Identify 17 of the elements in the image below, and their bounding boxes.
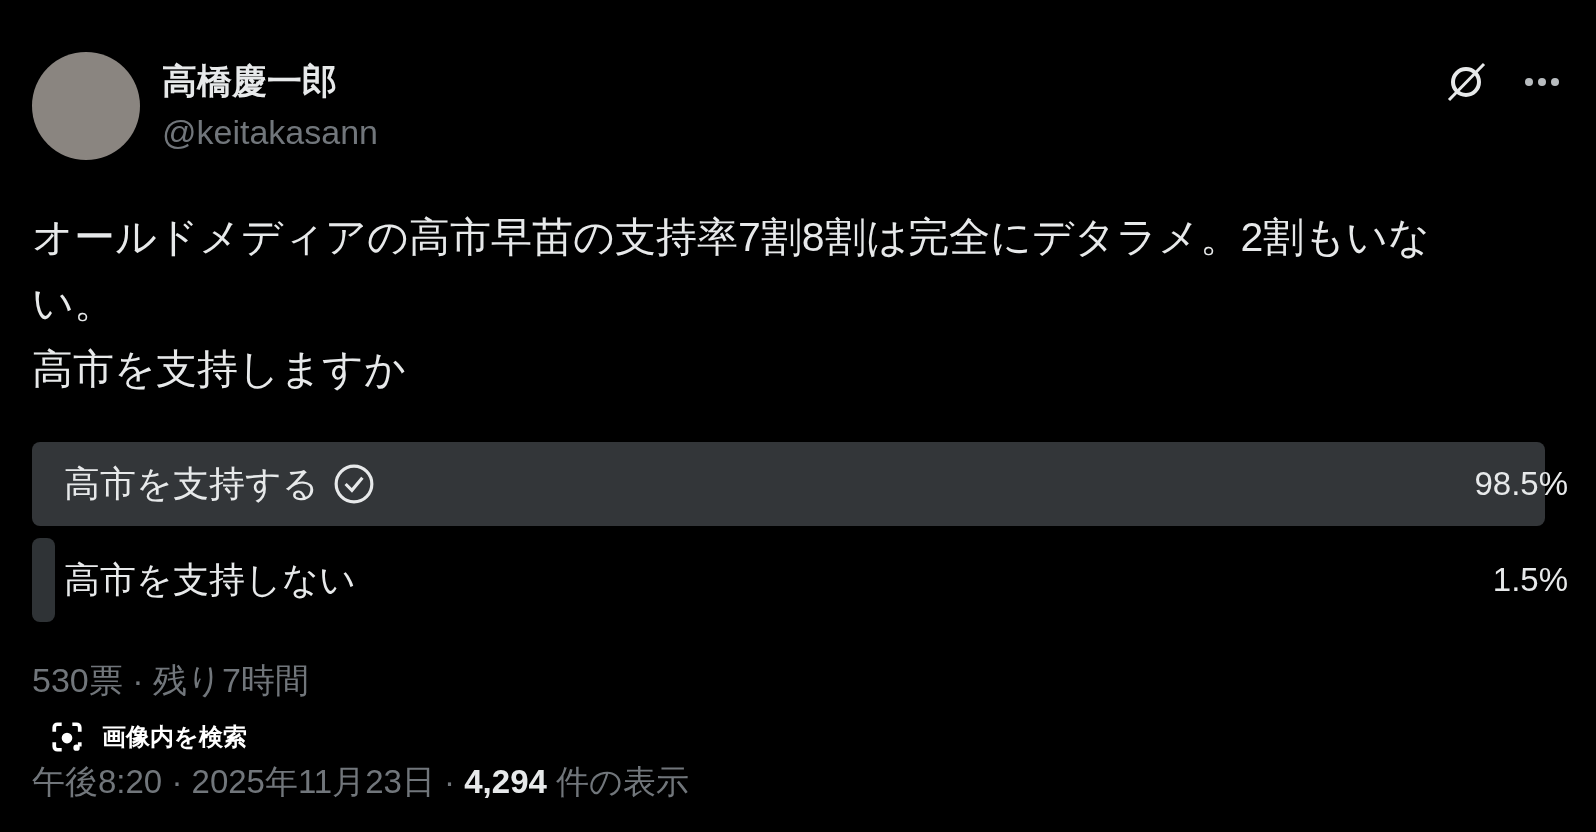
poll-option[interactable]: 高市を支持する 98.5% — [32, 442, 1568, 526]
post-text: オールドメディアの高市早苗の支持率7割8割は完全にデタラメ。2割もいない。 — [32, 213, 1432, 328]
author-handle[interactable]: @keitakasann — [162, 113, 378, 152]
author-name[interactable]: 高橋慶一郎 — [162, 58, 378, 105]
camera-lens-icon — [50, 720, 84, 754]
poll-info: 530票 · 残り7時間 — [32, 660, 309, 701]
post-timestamp[interactable]: 午後8:20 · 2025年11月23日 · — [32, 760, 465, 805]
image-search-button[interactable]: 画像内を検索 — [32, 718, 265, 756]
view-count: 4,294 — [464, 763, 547, 801]
post-text: 高市を支持しますか — [32, 345, 407, 394]
poll-percent: 1.5% — [1492, 561, 1568, 599]
poll-percent: 98.5% — [1474, 465, 1568, 503]
view-label: 件の表示 — [555, 762, 690, 802]
poll-option-label: 高市を支持する — [64, 461, 319, 506]
poll-option[interactable]: 高市を支持しない 1.5% — [32, 538, 1568, 622]
poll-option-label: 高市を支持しない — [64, 557, 356, 602]
more-icon[interactable] — [1524, 77, 1560, 87]
